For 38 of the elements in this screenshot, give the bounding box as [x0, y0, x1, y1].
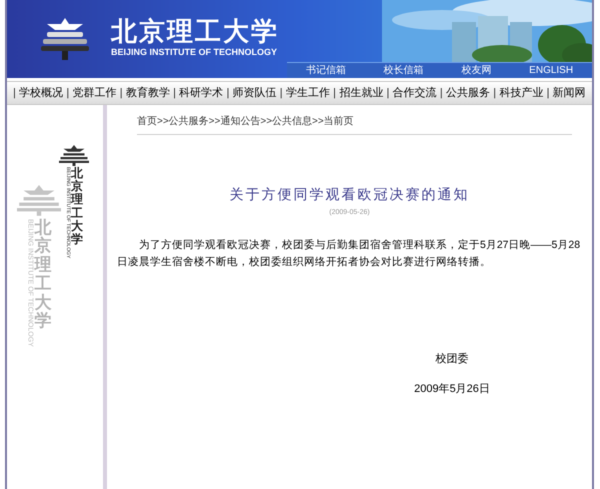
header-link[interactable]: 校友网 — [461, 63, 492, 78]
emblem-icon — [17, 185, 61, 216]
nav-separator: | — [66, 86, 70, 101]
article-title: 关于方便同学观看欧冠决赛的通知 — [228, 186, 470, 205]
breadcrumb: 首页>>公共服务>>通知公告>>公共信息>>当前页 — [137, 116, 354, 127]
nav-link[interactable]: 科研学术 — [179, 84, 224, 102]
nav-separator: | — [493, 86, 496, 101]
nav-link[interactable]: 师资队伍 — [232, 84, 277, 102]
nav-link[interactable]: 合作交流 — [392, 84, 437, 102]
nav-separator: | — [280, 86, 283, 101]
university-name: 北京理工大学 — [111, 17, 279, 47]
article-body: 为了方便同学观看欧冠决赛，校团委与后勤集团宿舍管理科联系，定于5月27日晚——5月28日凌晨学生宿舍楼不断电，校团委组织网络开拓者协会对比赛进行网络转播。 — [117, 238, 582, 270]
emblem-icon — [39, 16, 91, 60]
nav-separator: | — [120, 86, 123, 101]
nav-separator: | — [440, 86, 443, 101]
nav-link[interactable]: 新闻网 — [552, 84, 586, 102]
signature-date: 2009年5月26日 — [414, 382, 490, 397]
nav-separator: | — [386, 86, 390, 101]
nav-link[interactable]: 教育教学 — [126, 84, 170, 102]
logo-chinese-name: 北京理工大学 — [71, 167, 83, 248]
nav-separator: | — [13, 86, 16, 101]
header-link[interactable]: 书记信箱 — [306, 63, 346, 78]
emblem-icon — [59, 145, 89, 166]
nav-link[interactable]: 党群工作 — [72, 84, 116, 102]
logo-chinese-name: 北京理工大学 — [34, 218, 52, 334]
header-link[interactable]: 校长信箱 — [384, 63, 424, 78]
nav-separator: | — [546, 86, 550, 101]
nav-link[interactable]: 公共服务 — [446, 84, 490, 102]
nav-link[interactable]: 招生就业 — [339, 84, 384, 102]
nav-separator: | — [226, 86, 230, 101]
nav-link[interactable]: 学生工作 — [286, 84, 330, 102]
university-english-name: BEIJING INSTITUTE OF TECHNOLOGY — [111, 47, 278, 57]
header-link[interactable]: ENGLISH — [529, 63, 574, 78]
nav-separator: | — [173, 86, 176, 101]
nav-link[interactable]: 学校概况 — [19, 84, 64, 102]
nav-link[interactable]: 科技产业 — [499, 84, 544, 102]
signature: 校团委 — [436, 352, 468, 366]
nav-separator: | — [333, 86, 336, 101]
